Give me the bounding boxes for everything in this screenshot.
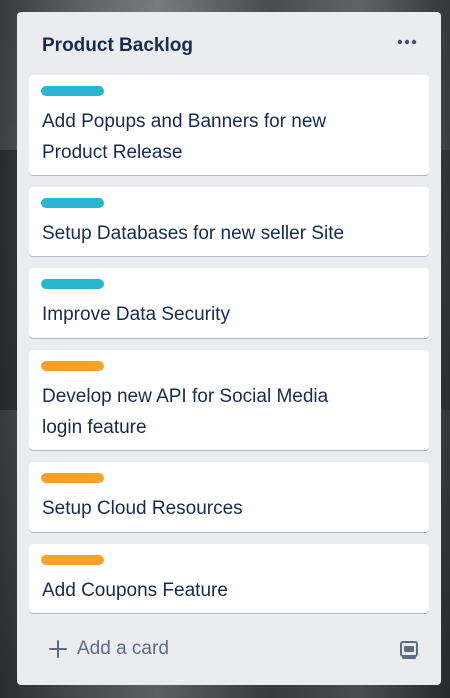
card-label — [41, 473, 104, 483]
card-title-line: login feature — [42, 417, 147, 438]
card-setup-cloud-resources[interactable]: Setup Cloud Resources — [29, 462, 429, 532]
card-title-line: Improve Data Security — [42, 304, 230, 325]
add-card-button[interactable]: Add a card — [29, 631, 369, 667]
card-title: Improve Data Security — [42, 299, 417, 330]
card-title-line: Setup Databases for new seller Site — [42, 223, 345, 244]
card-add-popups-banners[interactable]: Add Popups and Banners for new Product R… — [29, 75, 429, 175]
card-develop-social-api[interactable]: Develop new API for Social Media login f… — [29, 350, 429, 450]
create-from-template-button[interactable] — [395, 636, 423, 664]
card-setup-databases[interactable]: Setup Databases for new seller Site — [29, 187, 429, 256]
add-card-label: Add a card — [77, 638, 169, 659]
card-title: Develop new API for Social Media login f… — [42, 381, 417, 443]
ellipsis-icon — [397, 39, 417, 45]
card-title: Setup Cloud Resources — [42, 493, 417, 524]
card-label — [41, 198, 104, 208]
card-title-line: Product Release — [42, 142, 183, 163]
card-label — [41, 86, 104, 96]
list-title[interactable]: Product Backlog — [42, 35, 193, 57]
plus-icon — [49, 640, 67, 658]
card-improve-data-security[interactable]: Improve Data Security — [29, 268, 429, 338]
list-header: Product Backlog — [17, 12, 441, 78]
card-title: Add Popups and Banners for new Product R… — [42, 106, 417, 168]
card-title: Add Coupons Feature — [42, 575, 417, 606]
card-template-icon — [400, 641, 418, 659]
card-label — [41, 555, 104, 565]
list-menu-button[interactable] — [393, 28, 421, 56]
product-backlog-list: Product Backlog Add Popups and Banners f… — [17, 12, 441, 685]
card-label — [41, 279, 104, 289]
card-title-line: Add Coupons Feature — [42, 580, 228, 601]
card-title-line: Develop new API for Social Media — [42, 386, 329, 407]
card-label — [41, 361, 104, 371]
card-title: Setup Databases for new seller Site — [42, 218, 417, 249]
card-title-line: Add Popups and Banners for new — [42, 111, 327, 132]
card-add-coupons-feature[interactable]: Add Coupons Feature — [29, 544, 429, 613]
card-title-line: Setup Cloud Resources — [42, 498, 243, 519]
